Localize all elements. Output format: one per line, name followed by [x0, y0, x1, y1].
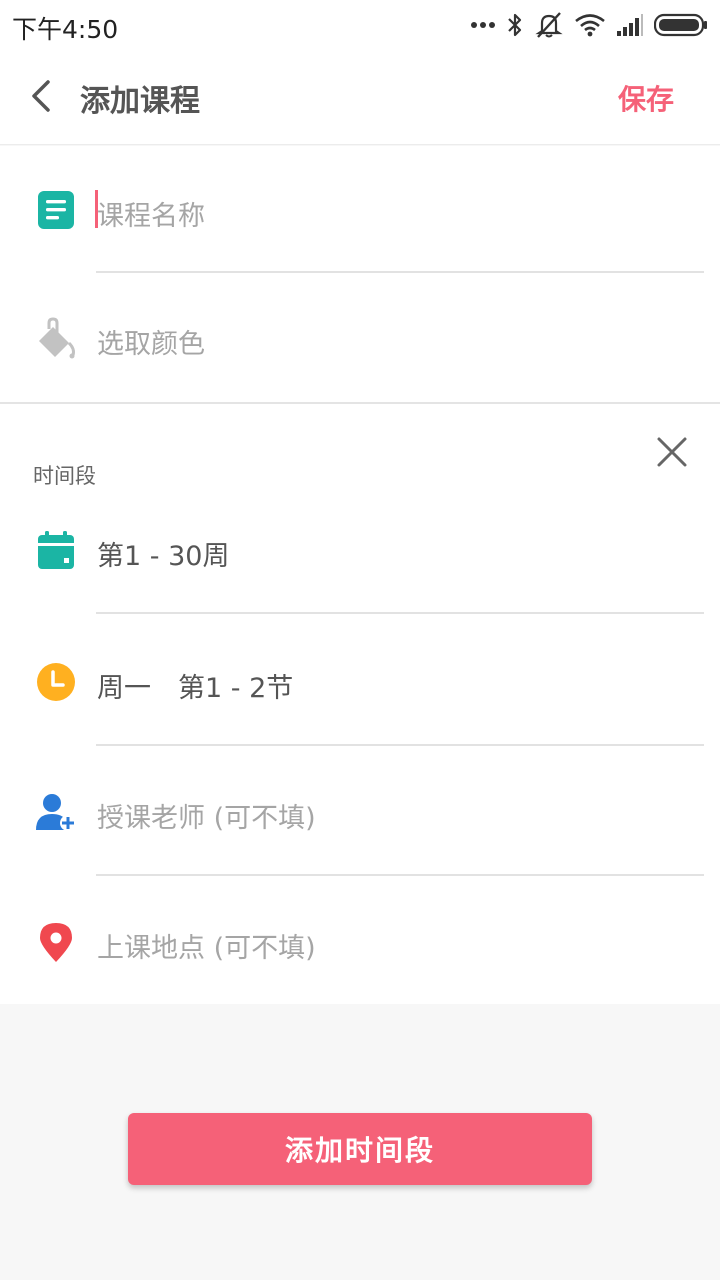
app-bar: 添加课程 保存 — [0, 50, 720, 145]
divider — [96, 744, 704, 746]
signal-icon — [616, 13, 644, 37]
save-button[interactable]: 保存 — [618, 78, 674, 118]
clock-icon — [34, 660, 78, 704]
course-name-row[interactable]: 课程名称 — [0, 186, 720, 246]
silent-icon — [534, 11, 564, 39]
time-slot-label: 时间段 — [33, 464, 96, 488]
location-row[interactable]: 上课地点 (可不填) — [0, 918, 720, 978]
close-icon — [657, 437, 687, 467]
status-bar: 下午4:50 — [0, 0, 720, 50]
weeks-value: 第1 - 30周 — [97, 541, 230, 572]
divider — [96, 874, 704, 876]
teacher-input[interactable]: 授课老师 (可不填) — [97, 796, 316, 835]
divider — [96, 271, 704, 273]
more-dots-icon — [470, 20, 496, 30]
color-picker-row[interactable]: 选取颜色 — [0, 314, 720, 374]
day-period-value: 周一 第1 - 2节 — [97, 673, 294, 704]
status-icons — [470, 8, 708, 42]
document-icon — [34, 188, 78, 232]
calendar-icon — [34, 528, 78, 572]
course-basic-card: 课程名称 选取颜色 — [0, 146, 720, 402]
bluetooth-icon — [506, 12, 524, 38]
battery-icon — [654, 13, 708, 37]
back-arrow-icon — [32, 80, 50, 112]
course-name-input[interactable]: 课程名称 — [97, 194, 205, 233]
teacher-row[interactable]: 授课老师 (可不填) — [0, 788, 720, 848]
time-slot-card: 时间段 第1 - 30周 周一 第1 - 2节 授课老师 (可不填) 上课地点 … — [0, 404, 720, 1004]
divider — [96, 612, 704, 614]
remove-time-slot-button[interactable] — [654, 434, 690, 470]
paint-bucket-icon — [34, 316, 78, 360]
location-pin-icon — [34, 920, 78, 964]
day-period-row[interactable]: 周一 第1 - 2节 — [0, 658, 720, 718]
add-person-icon — [34, 790, 78, 834]
location-input[interactable]: 上课地点 (可不填) — [97, 926, 316, 965]
color-picker-label: 选取颜色 — [97, 329, 205, 360]
page-title: 添加课程 — [80, 84, 200, 119]
status-time: 下午4:50 — [12, 15, 119, 44]
add-time-slot-button[interactable]: 添加时间段 — [128, 1113, 592, 1185]
weeks-row[interactable]: 第1 - 30周 — [0, 526, 720, 586]
wifi-icon — [574, 13, 606, 37]
back-button[interactable] — [22, 76, 62, 116]
